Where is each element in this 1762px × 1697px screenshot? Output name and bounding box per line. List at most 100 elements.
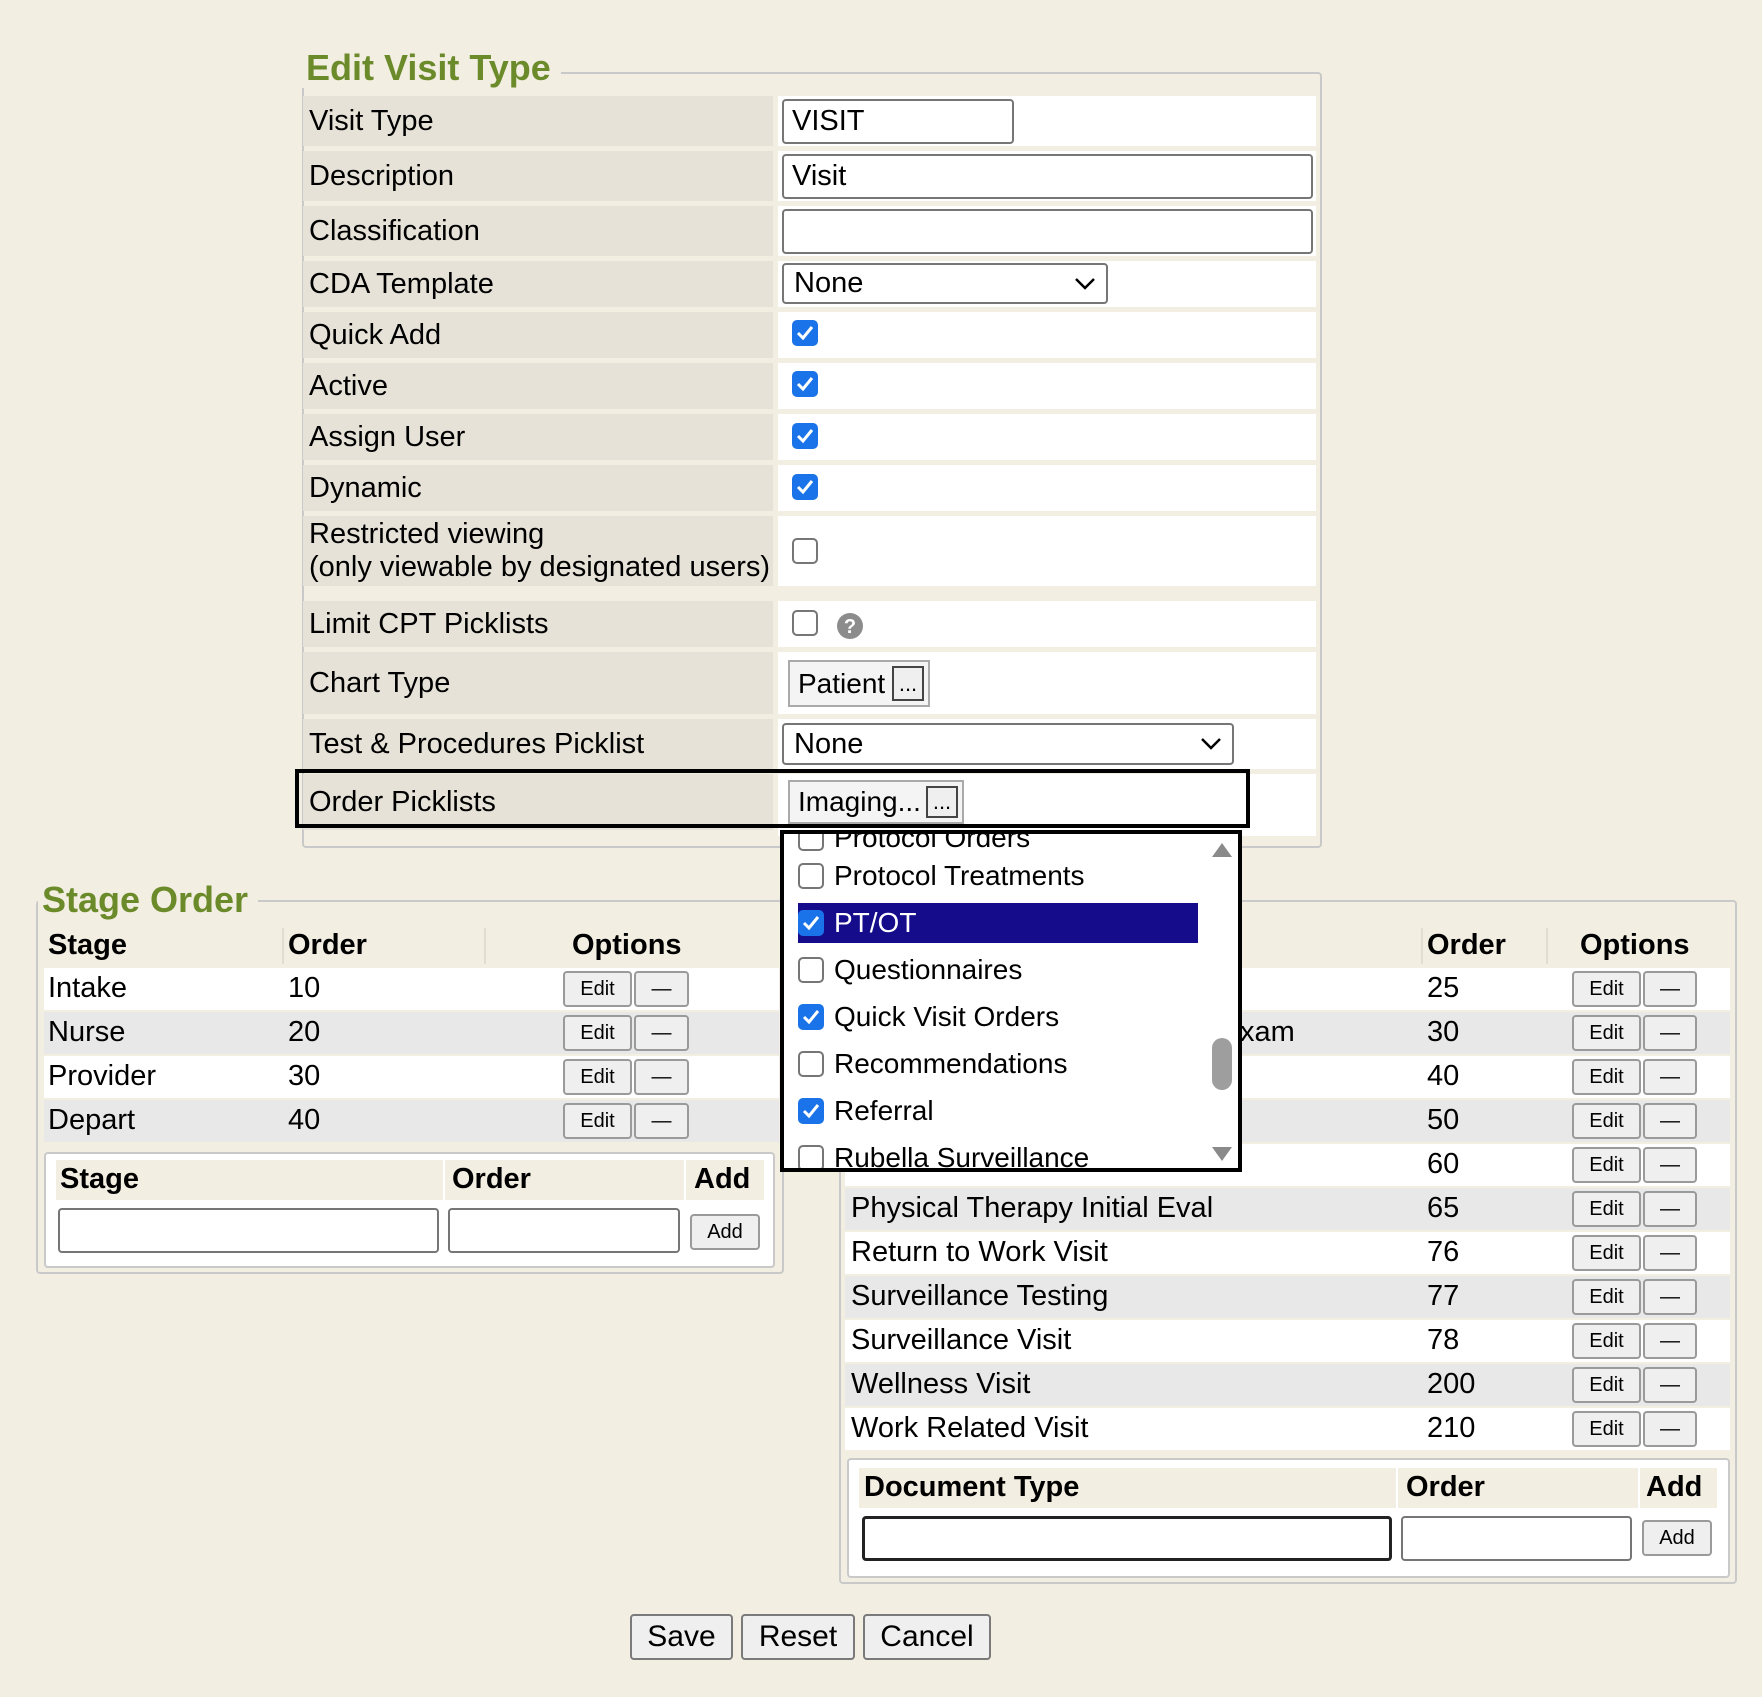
dropdown-checkbox[interactable] xyxy=(798,1098,824,1124)
add-document-button[interactable]: Add xyxy=(1642,1520,1712,1556)
dropdown-checkbox[interactable] xyxy=(798,1051,824,1077)
document-order-value: 78 xyxy=(1427,1324,1460,1356)
chevron-down-icon xyxy=(1201,738,1221,750)
dropdown-checkbox[interactable] xyxy=(798,1145,824,1168)
check-icon xyxy=(796,429,814,444)
check-icon xyxy=(802,1010,820,1025)
edit-button[interactable]: Edit xyxy=(1572,1015,1641,1051)
dropdown-item[interactable]: PT/OT xyxy=(798,903,1198,943)
remove-button[interactable]: — xyxy=(1643,1015,1697,1051)
dropdown-item[interactable]: Rubella Surveillance xyxy=(798,1138,1198,1168)
active-checkbox[interactable] xyxy=(792,371,818,397)
add-stage-button[interactable]: Add xyxy=(690,1214,760,1250)
dropdown-checkbox[interactable] xyxy=(798,910,824,936)
document-order-column-header: Order xyxy=(1427,929,1506,961)
dropdown-checkbox[interactable] xyxy=(798,1004,824,1030)
dropdown-checkbox[interactable] xyxy=(798,834,824,851)
quick-add-checkbox[interactable] xyxy=(792,320,818,346)
edit-button[interactable]: Edit xyxy=(1572,1191,1641,1227)
scroll-up-arrow-icon[interactable] xyxy=(1210,840,1234,860)
scrollbar-thumb[interactable] xyxy=(1212,1038,1232,1090)
edit-button[interactable]: Edit xyxy=(563,971,632,1007)
edit-button[interactable]: Edit xyxy=(1572,971,1641,1007)
new-document-order-input[interactable] xyxy=(1401,1516,1632,1561)
remove-button[interactable]: — xyxy=(1643,1367,1697,1403)
classification-input[interactable] xyxy=(782,209,1313,254)
stage-column-header: Stage xyxy=(48,929,127,961)
dropdown-item[interactable]: Recommendations xyxy=(798,1044,1198,1084)
remove-button[interactable]: — xyxy=(1643,1323,1697,1359)
options-column-header: Options xyxy=(572,929,682,961)
edit-button[interactable]: Edit xyxy=(1572,1367,1641,1403)
edit-button[interactable]: Edit xyxy=(1572,1411,1641,1447)
remove-button[interactable]: — xyxy=(1643,1103,1697,1139)
dropdown-item[interactable]: Questionnaires xyxy=(798,950,1198,990)
header-divider xyxy=(684,1160,686,1200)
edit-button[interactable]: Edit xyxy=(1572,1323,1641,1359)
dropdown-item[interactable]: Protocol Treatments xyxy=(798,856,1198,896)
edit-visit-type-legend: Edit Visit Type xyxy=(302,48,561,88)
remove-button[interactable]: — xyxy=(1643,1059,1697,1095)
new-stage-order-input[interactable] xyxy=(448,1208,680,1253)
dropdown-item-label: Recommendations xyxy=(834,1048,1068,1079)
cda-template-select[interactable]: None xyxy=(782,263,1108,304)
reset-button[interactable]: Reset xyxy=(741,1614,855,1660)
remove-button[interactable]: — xyxy=(1643,1279,1697,1315)
document-order-value: 210 xyxy=(1427,1412,1476,1444)
dropdown-clipped-item[interactable]: Protocol Orders xyxy=(798,834,1198,858)
save-button[interactable]: Save xyxy=(630,1614,733,1660)
remove-button[interactable]: — xyxy=(1643,1147,1697,1183)
stage-order-legend: Stage Order xyxy=(38,880,259,920)
test-procedures-select[interactable]: None xyxy=(782,723,1234,765)
restricted-checkbox[interactable] xyxy=(792,538,818,564)
cancel-button[interactable]: Cancel xyxy=(863,1614,991,1660)
remove-button[interactable]: — xyxy=(634,1015,689,1051)
edit-button[interactable]: Edit xyxy=(1572,1235,1641,1271)
check-icon xyxy=(802,916,820,931)
chart-type-more-button[interactable]: ... xyxy=(892,666,924,701)
remove-button[interactable]: — xyxy=(1643,971,1697,1007)
visit-type-input[interactable]: VISIT xyxy=(782,99,1014,144)
edit-button[interactable]: Edit xyxy=(1572,1279,1641,1315)
remove-button[interactable]: — xyxy=(1643,1191,1697,1227)
scroll-down-arrow-icon[interactable] xyxy=(1210,1144,1234,1164)
description-input[interactable]: Visit xyxy=(782,154,1313,199)
dropdown-checkbox[interactable] xyxy=(798,863,824,889)
new-document-type-input[interactable] xyxy=(862,1516,1392,1561)
remove-button[interactable]: — xyxy=(1643,1235,1697,1271)
remove-button[interactable]: — xyxy=(634,971,689,1007)
edit-button[interactable]: Edit xyxy=(1572,1147,1641,1183)
check-icon xyxy=(796,377,814,392)
assign-user-cell xyxy=(778,414,1316,460)
quick-add-label: Quick Add xyxy=(303,312,773,358)
remove-button[interactable]: — xyxy=(634,1103,689,1139)
chart-type-picker[interactable]: Patient ... xyxy=(788,660,930,707)
assign-user-checkbox[interactable] xyxy=(792,423,818,449)
document-order-value: 77 xyxy=(1427,1280,1460,1312)
dropdown-item[interactable]: Referral xyxy=(798,1091,1198,1131)
help-icon[interactable]: ? xyxy=(836,612,864,640)
remove-button[interactable]: — xyxy=(1643,1411,1697,1447)
edit-button[interactable]: Edit xyxy=(1572,1103,1641,1139)
dropdown-scrollbar[interactable] xyxy=(1210,838,1234,1164)
edit-button[interactable]: Edit xyxy=(563,1015,632,1051)
document-type-header: Document Type xyxy=(864,1471,1080,1503)
new-stage-input[interactable] xyxy=(58,1208,439,1253)
order-picklists-dropdown: Protocol Orders Protocol Treatments PT/OT… xyxy=(780,830,1242,1172)
order-column-header: Order xyxy=(288,929,367,961)
document-type-name: Surveillance Visit xyxy=(851,1324,1072,1356)
classification-label: Classification xyxy=(303,206,773,256)
test-procedures-value: None xyxy=(794,727,864,760)
limit-cpt-checkbox[interactable] xyxy=(792,610,818,636)
dropdown-checkbox[interactable] xyxy=(798,957,824,983)
edit-button[interactable]: Edit xyxy=(563,1103,632,1139)
document-add-order-header: Order xyxy=(1406,1471,1485,1503)
document-order-value: 50 xyxy=(1427,1104,1460,1136)
dropdown-item[interactable]: Quick Visit Orders xyxy=(798,997,1198,1037)
dynamic-checkbox[interactable] xyxy=(792,474,818,500)
remove-button[interactable]: — xyxy=(634,1059,689,1095)
order-picklists-highlight xyxy=(295,769,1250,828)
dropdown-item-label: Questionnaires xyxy=(834,954,1023,985)
edit-button[interactable]: Edit xyxy=(1572,1059,1641,1095)
edit-button[interactable]: Edit xyxy=(563,1059,632,1095)
